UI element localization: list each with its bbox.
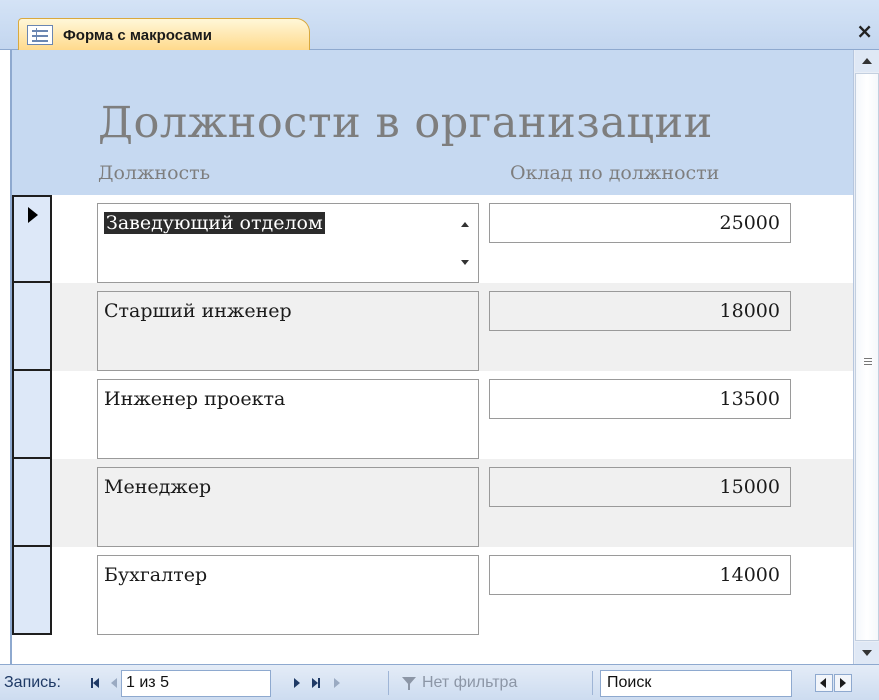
filter-label: Нет фильтра bbox=[422, 674, 518, 691]
salary-field[interactable]: 18000 bbox=[489, 291, 791, 331]
scroll-up-icon[interactable] bbox=[461, 222, 469, 227]
first-record-button[interactable] bbox=[88, 675, 102, 691]
scroll-left-button[interactable] bbox=[815, 674, 833, 692]
column-label-salary: Оклад по должности bbox=[510, 162, 720, 184]
record-selector[interactable] bbox=[12, 547, 52, 635]
scroll-right-button[interactable] bbox=[834, 674, 852, 692]
tab-label: Форма с макросами bbox=[63, 26, 212, 44]
current-record-input[interactable]: 1 из 5 bbox=[121, 670, 271, 697]
tab-form-macros[interactable]: Форма с макросами bbox=[18, 18, 310, 51]
position-field[interactable]: Инженер проекта bbox=[97, 379, 479, 459]
scroll-down-button[interactable] bbox=[855, 642, 879, 664]
form-icon bbox=[27, 25, 53, 45]
position-value: Заведующий отделом bbox=[104, 212, 325, 234]
position-field[interactable]: Старший инженер bbox=[97, 291, 479, 371]
scroll-up-button[interactable] bbox=[855, 50, 879, 72]
salary-field[interactable]: 13500 bbox=[489, 379, 791, 419]
new-record-icon bbox=[334, 678, 340, 688]
record-navigation-bar: Запись: 1 из 5 Нет фильтра Поиск bbox=[0, 664, 879, 700]
next-record-button[interactable] bbox=[290, 675, 304, 691]
field-scrollbar[interactable] bbox=[454, 204, 478, 282]
filter-icon bbox=[402, 676, 416, 690]
position-field[interactable]: Менеджер bbox=[97, 467, 479, 547]
last-record-button[interactable] bbox=[309, 675, 323, 691]
column-label-position: Должность bbox=[98, 162, 211, 184]
grip-icon bbox=[864, 358, 872, 359]
current-record-icon bbox=[28, 207, 38, 223]
record-selector[interactable] bbox=[12, 283, 52, 371]
position-field[interactable]: Бухгалтер bbox=[97, 555, 479, 635]
previous-record-button[interactable] bbox=[107, 675, 121, 691]
scroll-down-icon[interactable] bbox=[461, 260, 469, 265]
record-selector[interactable] bbox=[12, 459, 52, 547]
new-record-button[interactable] bbox=[330, 675, 344, 691]
previous-record-icon bbox=[111, 678, 117, 688]
salary-field[interactable]: 15000 bbox=[489, 467, 791, 507]
record-row: Заведующий отделом 25000 bbox=[12, 195, 853, 283]
position-field[interactable]: Заведующий отделом bbox=[97, 203, 479, 283]
form-header: Должности в организации Должность Оклад … bbox=[12, 50, 853, 195]
document-tab-bar: Форма с макросами × bbox=[0, 0, 879, 51]
filter-toggle[interactable]: Нет фильтра bbox=[402, 665, 517, 700]
record-selector[interactable] bbox=[12, 195, 52, 283]
record-label: Запись: bbox=[4, 674, 61, 691]
divider bbox=[388, 671, 389, 695]
search-input[interactable]: Поиск bbox=[600, 670, 792, 697]
record-row: Инженер проекта 13500 bbox=[12, 371, 853, 459]
salary-field[interactable]: 14000 bbox=[489, 555, 791, 595]
next-record-icon bbox=[294, 678, 300, 688]
record-row: Бухгалтер 14000 bbox=[12, 547, 853, 635]
divider bbox=[592, 671, 593, 695]
record-row: Менеджер 15000 bbox=[12, 459, 853, 547]
scroll-thumb[interactable] bbox=[855, 73, 879, 641]
record-selector[interactable] bbox=[12, 371, 52, 459]
vertical-scrollbar[interactable] bbox=[853, 50, 879, 664]
form-title: Должности в организации bbox=[98, 98, 713, 148]
salary-field[interactable]: 25000 bbox=[489, 203, 791, 243]
form-detail: Заведующий отделом 25000 Старший инженер… bbox=[12, 195, 853, 635]
record-row: Старший инженер 18000 bbox=[12, 283, 853, 371]
close-icon[interactable]: × bbox=[856, 19, 873, 43]
